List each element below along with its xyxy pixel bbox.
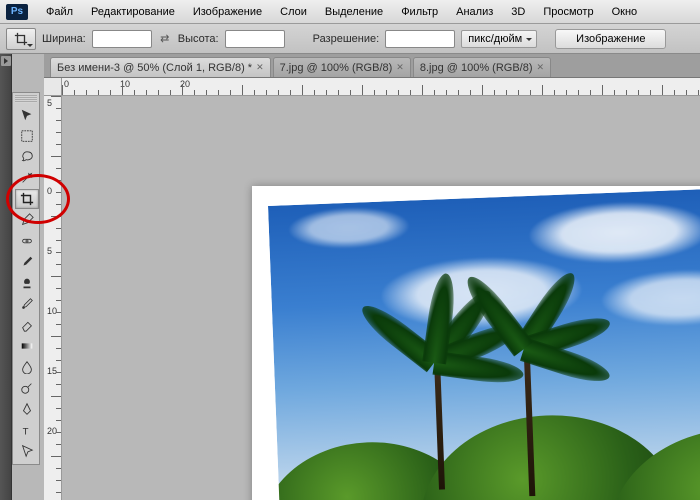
- heal-tool[interactable]: [15, 231, 39, 251]
- menu-analysis[interactable]: Анализ: [448, 3, 501, 21]
- dodge-tool[interactable]: [15, 378, 39, 398]
- toolbox: T: [12, 92, 40, 465]
- ruler-tick-label: 10: [47, 306, 57, 316]
- image-button[interactable]: Изображение: [555, 29, 666, 49]
- tab-label: 7.jpg @ 100% (RGB/8): [280, 62, 393, 74]
- document-tab-bar: Без имени-3 @ 50% (Слой 1, RGB/8) * ✕ 7.…: [44, 54, 700, 78]
- move-tool[interactable]: [15, 105, 39, 125]
- ruler-corner[interactable]: [44, 78, 62, 96]
- menu-3d[interactable]: 3D: [503, 3, 533, 21]
- width-input[interactable]: [92, 30, 152, 48]
- pen-tool[interactable]: [15, 399, 39, 419]
- close-icon[interactable]: ✕: [256, 62, 264, 73]
- crop-icon: [14, 32, 28, 46]
- menu-select[interactable]: Выделение: [317, 3, 391, 21]
- ruler-tick-label: 5: [47, 246, 52, 256]
- ruler-tick-label: 5: [47, 98, 52, 108]
- document-tab-3[interactable]: 8.jpg @ 100% (RGB/8) ✕: [413, 57, 551, 77]
- tab-label: 8.jpg @ 100% (RGB/8): [420, 62, 533, 74]
- width-label: Ширина:: [42, 33, 86, 45]
- resolution-label: Разрешение:: [313, 33, 380, 45]
- document-canvas[interactable]: [252, 186, 700, 500]
- brush-tool[interactable]: [15, 252, 39, 272]
- ruler-tick-label: 0: [47, 186, 52, 196]
- canvas-stage[interactable]: [62, 96, 700, 500]
- menu-bar: Ps Файл Редактирование Изображение Слои …: [0, 0, 700, 24]
- tab-label: Без имени-3 @ 50% (Слой 1, RGB/8) *: [57, 62, 252, 74]
- expand-panels-icon[interactable]: [1, 56, 11, 66]
- menu-edit[interactable]: Редактирование: [83, 3, 183, 21]
- menu-layers[interactable]: Слои: [272, 3, 315, 21]
- ruler-tick-label: 20: [47, 426, 57, 436]
- ruler-tick-label: 0: [64, 79, 69, 89]
- close-icon[interactable]: ✕: [396, 62, 404, 73]
- marquee-tool[interactable]: [15, 126, 39, 146]
- magic-wand-tool[interactable]: [15, 168, 39, 188]
- menu-view[interactable]: Просмотр: [535, 3, 601, 21]
- menu-file[interactable]: Файл: [38, 3, 81, 21]
- toolbox-grip[interactable]: [15, 95, 37, 103]
- height-label: Высота:: [178, 33, 219, 45]
- crop-tool[interactable]: [15, 189, 39, 209]
- history-brush-tool[interactable]: [15, 294, 39, 314]
- stamp-tool[interactable]: [15, 273, 39, 293]
- resolution-input[interactable]: [385, 30, 455, 48]
- ruler-vertical[interactable]: 5 0 5 10 15 20: [44, 96, 62, 500]
- ruler-tick-label: 15: [47, 366, 57, 376]
- height-input[interactable]: [225, 30, 285, 48]
- swap-icon[interactable]: ⇄: [158, 32, 172, 46]
- eyedropper-tool[interactable]: [15, 210, 39, 230]
- eraser-tool[interactable]: [15, 315, 39, 335]
- work-area: 0 10 20 5 0 5 10 15 20: [44, 78, 700, 500]
- app-logo: Ps: [6, 4, 28, 20]
- menu-image[interactable]: Изображение: [185, 3, 270, 21]
- document-tab-2[interactable]: 7.jpg @ 100% (RGB/8) ✕: [273, 57, 411, 77]
- image-layer: [268, 185, 700, 500]
- lasso-tool[interactable]: [15, 147, 39, 167]
- type-tool[interactable]: T: [15, 420, 39, 440]
- document-tab-1[interactable]: Без имени-3 @ 50% (Слой 1, RGB/8) * ✕: [50, 57, 271, 77]
- gradient-tool[interactable]: [15, 336, 39, 356]
- menu-filter[interactable]: Фильтр: [393, 3, 446, 21]
- unit-select[interactable]: пикс/дюйм: [461, 30, 537, 48]
- path-select-tool[interactable]: [15, 441, 39, 461]
- ruler-horizontal[interactable]: 0 10 20: [62, 78, 700, 96]
- tool-preset-picker[interactable]: [6, 28, 36, 50]
- svg-text:T: T: [23, 426, 29, 437]
- close-icon[interactable]: ✕: [537, 62, 545, 73]
- blur-tool[interactable]: [15, 357, 39, 377]
- menu-window[interactable]: Окно: [604, 3, 646, 21]
- options-bar: Ширина: ⇄ Высота: Разрешение: пикс/дюйм …: [0, 24, 700, 54]
- panel-collapse-strip: [0, 54, 12, 500]
